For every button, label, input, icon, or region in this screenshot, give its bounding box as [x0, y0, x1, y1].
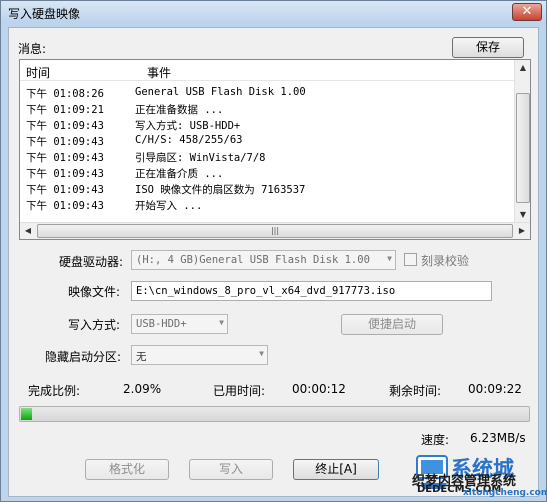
messages-label: 消息: — [18, 42, 47, 56]
log-row: 下午 01:09:43 ISO 映像文件的扇区数为 7163537 — [20, 181, 515, 197]
log-row: 下午 01:09:43 开始写入 ... — [20, 197, 515, 213]
log-time: 下午 01:09:43 — [26, 152, 104, 164]
log-row: 下午 01:08:26 General USB Flash Disk 1.00 — [20, 85, 515, 101]
log-event: 写入方式: USB-HDD+ — [135, 120, 241, 132]
horizontal-scroll-thumb[interactable]: ||| — [37, 224, 513, 238]
drive-value: (H:, 4 GB)General USB Flash Disk 1.00 — [136, 254, 370, 266]
log-event: 开始写入 ... — [135, 200, 203, 212]
title-bar[interactable]: 写入硬盘映像 ✕ — [1, 1, 546, 23]
verify-label: 刻录校验 — [421, 254, 470, 268]
horizontal-scrollbar[interactable]: ◀ ||| ▶ — [20, 222, 530, 239]
log-time: 下午 01:09:43 — [26, 184, 104, 196]
scroll-up-icon[interactable]: ▲ — [515, 60, 531, 76]
drive-label: 硬盘驱动器: — [59, 255, 124, 269]
ratio-label: 完成比例: — [28, 384, 81, 398]
hidden-partition-value: 无 — [136, 351, 147, 363]
write-disk-image-dialog: 写入硬盘映像 ✕ 消息: 保存 时间 事件 下午 01:08:26 General… — [0, 0, 547, 502]
hidden-partition-label: 隐藏启动分区: — [45, 350, 122, 364]
log-time: 下午 01:08:26 — [26, 88, 104, 100]
drive-select[interactable]: (H:, 4 GB)General USB Flash Disk 1.00 ▼ — [131, 250, 396, 270]
write-button[interactable]: 写入 — [189, 459, 273, 480]
hidden-partition-select[interactable]: 无 ▼ — [131, 345, 268, 365]
write-mode-value: USB-HDD+ — [136, 318, 187, 330]
log-event: 引导扇区: WinVista/7/8 — [135, 152, 266, 164]
remaining-value: 00:09:22 — [468, 382, 522, 396]
window-title: 写入硬盘映像 — [8, 7, 81, 21]
ratio-value: 2.09% — [123, 382, 162, 396]
vertical-scroll-thumb[interactable] — [516, 93, 530, 203]
remaining-label: 剩余时间: — [389, 384, 442, 398]
chevron-down-icon: ▼ — [219, 318, 224, 327]
vertical-scrollbar[interactable]: ▲ ▼ — [514, 60, 530, 223]
log-event: General USB Flash Disk 1.00 — [135, 86, 306, 98]
column-event[interactable]: 事件 — [147, 64, 171, 81]
log-time: 下午 01:09:43 — [26, 120, 104, 132]
progress-fill — [21, 408, 32, 420]
log-row: 下午 01:09:43 写入方式: USB-HDD+ — [20, 117, 515, 133]
log-row: 下午 01:09:43 C/H/S: 458/255/63 — [20, 133, 515, 149]
write-mode-label: 写入方式: — [68, 318, 121, 332]
log-time: 下午 01:09:43 — [26, 136, 104, 148]
log-row: 下午 01:09:21 正在准备数据 ... — [20, 101, 515, 117]
log-event: 正在准备数据 ... — [135, 104, 224, 116]
log-time: 下午 01:09:43 — [26, 200, 104, 212]
scroll-left-icon[interactable]: ◀ — [20, 223, 36, 239]
log-time: 下午 01:09:43 — [26, 168, 104, 180]
elapsed-value: 00:00:12 — [292, 382, 346, 396]
save-button[interactable]: 保存 — [452, 37, 524, 58]
column-time[interactable]: 时间 — [26, 64, 50, 81]
log-event: C/H/S: 458/255/63 — [135, 134, 243, 146]
close-button[interactable]: ✕ — [512, 3, 542, 21]
log-header: 时间 事件 — [20, 60, 515, 81]
speed-value: 6.23MB/s — [470, 431, 526, 445]
log-event: 正在准备介质 ... — [135, 168, 224, 180]
chevron-down-icon: ▼ — [387, 254, 392, 263]
scroll-down-icon[interactable]: ▼ — [515, 207, 531, 223]
write-mode-select[interactable]: USB-HDD+ ▼ — [131, 314, 228, 334]
log-row: 下午 01:09:43 引导扇区: WinVista/7/8 — [20, 149, 515, 165]
image-file-field[interactable]: E:\cn_windows_8_pro_vl_x64_dvd_917773.is… — [131, 281, 492, 301]
stop-button[interactable]: 终止[A] — [293, 459, 379, 480]
verify-checkbox[interactable] — [404, 253, 417, 266]
message-log[interactable]: 时间 事件 下午 01:08:26 General USB Flash Disk … — [19, 59, 531, 240]
scroll-right-icon[interactable]: ▶ — [514, 223, 530, 239]
chevron-down-icon: ▼ — [259, 349, 264, 358]
speed-label: 速度: — [421, 433, 450, 447]
dialog-body: 消息: 保存 时间 事件 下午 01:08:26 General USB Flas… — [8, 27, 539, 497]
watermark-line3: xitongcheng.com — [463, 488, 547, 498]
progress-bar — [19, 406, 530, 422]
format-button[interactable]: 格式化 — [85, 459, 169, 480]
image-file-label: 映像文件: — [68, 285, 121, 299]
elapsed-label: 已用时间: — [213, 384, 266, 398]
log-row: 下午 01:09:43 正在准备介质 ... — [20, 165, 515, 181]
quick-boot-button[interactable]: 便捷启动 — [341, 314, 443, 335]
log-time: 下午 01:09:21 — [26, 104, 104, 116]
log-event: ISO 映像文件的扇区数为 7163537 — [135, 184, 306, 196]
